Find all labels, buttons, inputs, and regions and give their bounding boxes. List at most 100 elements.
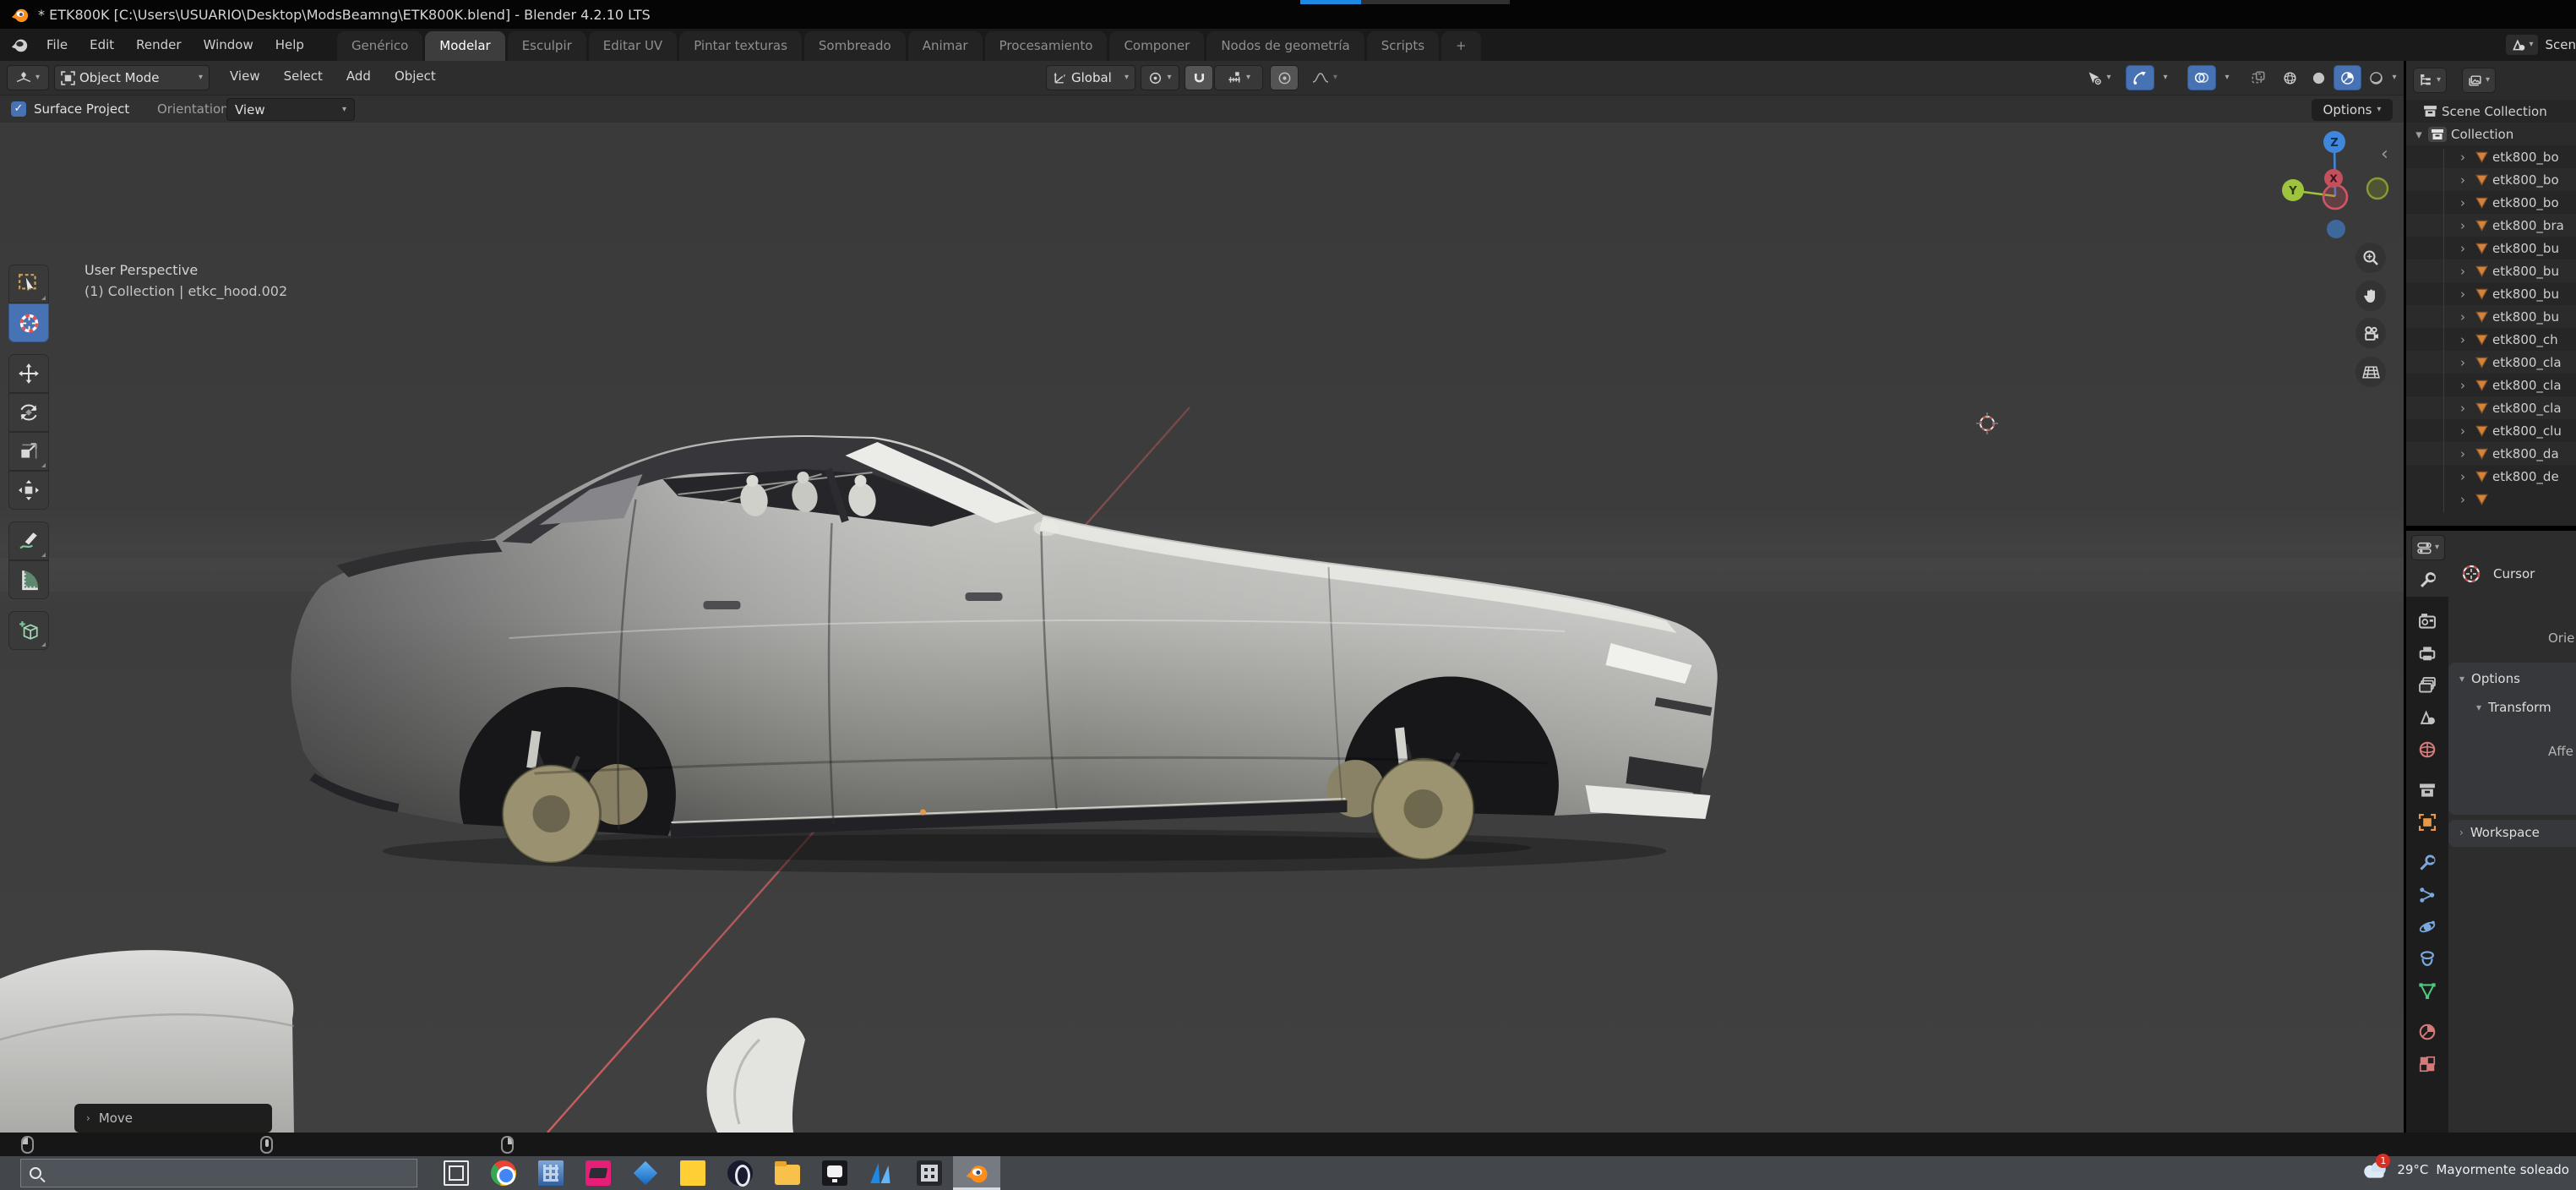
outliner-item[interactable]: ›etk800_ch [2406, 328, 2576, 351]
operator-panel-move[interactable]: › Move [74, 1104, 272, 1133]
tool-annotate[interactable] [8, 521, 49, 560]
tab-modelar[interactable]: Modelar [425, 31, 504, 61]
properties-tab-tool[interactable] [2406, 565, 2448, 597]
orthographic-grid-button[interactable] [2355, 357, 2386, 387]
taskbar-app-task-view[interactable] [433, 1156, 480, 1190]
properties-tab-material[interactable] [2406, 1016, 2448, 1048]
axis-x-negative-ball[interactable] [2323, 185, 2347, 209]
collapse-icon[interactable]: ▾ [2413, 127, 2425, 142]
shading-dropdown[interactable]: ▾ [2386, 65, 2403, 90]
taskbar-app-oval[interactable] [716, 1156, 764, 1190]
shading-material-button[interactable] [2334, 65, 2361, 90]
loose-part[interactable] [689, 1014, 832, 1133]
properties-tab-particles[interactable] [2406, 879, 2448, 911]
outliner-item[interactable]: ›etk800_cla [2406, 351, 2576, 374]
options-panel-header[interactable]: ▾ Options [2448, 663, 2576, 686]
tool-select-box[interactable] [8, 265, 49, 303]
outliner-item[interactable]: ›etk800_cla [2406, 396, 2576, 419]
properties-tab-object-data[interactable] [2406, 975, 2448, 1007]
properties-tab-render[interactable] [2406, 605, 2448, 637]
properties-tab-scene[interactable] [2406, 701, 2448, 734]
tab-gen-rico[interactable]: Genérico [337, 31, 422, 61]
axis-y-negative-ball[interactable] [2367, 178, 2388, 199]
snap-toggle[interactable] [1185, 65, 1213, 90]
outliner-item[interactable]: ›etk800_bra [2406, 214, 2576, 237]
tool-rotate[interactable] [8, 393, 49, 432]
selectability-visibility-dropdown[interactable]: ▾ [2077, 65, 2121, 90]
xray-toggle[interactable] [2244, 65, 2273, 90]
properties-tab-constraints[interactable] [2406, 943, 2448, 975]
expand-icon[interactable]: › [2457, 446, 2469, 461]
proportional-editing-toggle[interactable] [1270, 65, 1299, 90]
taskbar-app-chrome[interactable] [480, 1156, 527, 1190]
taskbar-app-folder[interactable] [764, 1156, 811, 1190]
shading-wireframe-button[interactable] [2276, 65, 2304, 90]
properties-editor-type-button[interactable]: ▾ [2411, 535, 2445, 560]
tab-+[interactable]: + [1441, 31, 1481, 61]
expand-icon[interactable]: › [2457, 492, 2469, 507]
expand-icon[interactable]: › [2457, 218, 2469, 233]
outliner-item[interactable]: ›etk800_bu [2406, 259, 2576, 282]
snap-target-dropdown[interactable]: ▾ [1214, 65, 1263, 90]
tab-sombreado[interactable]: Sombreado [804, 31, 906, 61]
navigation-gizmo[interactable]: X Z Y [2264, 123, 2408, 245]
transform-panel-header[interactable]: ▾ Transform [2448, 686, 2576, 715]
expand-icon[interactable]: › [2457, 264, 2469, 279]
taskbar-app-building[interactable] [527, 1156, 575, 1190]
overlays-toggle[interactable] [2187, 65, 2216, 90]
expand-icon[interactable]: › [2457, 332, 2469, 347]
taskbar-app-pink[interactable] [575, 1156, 622, 1190]
sidebar-collapse-arrow[interactable]: ‹ [2381, 144, 2388, 165]
outliner-item[interactable]: ›etk800_bu [2406, 282, 2576, 305]
menu-file[interactable]: File [35, 34, 79, 56]
expand-icon[interactable]: › [2457, 401, 2469, 416]
pan-view-button[interactable] [2355, 281, 2386, 311]
car-model[interactable] [279, 418, 1736, 892]
proportional-falloff-dropdown[interactable]: ▾ [1301, 65, 1348, 90]
taskbar-app-note[interactable] [669, 1156, 716, 1190]
properties-tab-collection[interactable] [2406, 774, 2448, 806]
options-button[interactable]: Options ▾ [2312, 99, 2393, 121]
tab-procesamiento[interactable]: Procesamiento [985, 31, 1108, 61]
properties-tab-modifiers[interactable] [2406, 847, 2448, 879]
tool-move[interactable] [8, 354, 49, 393]
transform-orientation-dropdown[interactable]: Global ▾ [1046, 65, 1136, 90]
viewport-menu-object[interactable]: Object [383, 62, 448, 90]
expand-icon[interactable]: › [2457, 241, 2469, 256]
properties-tab-texture[interactable] [2406, 1048, 2448, 1080]
outliner-collection[interactable]: ▾ Collection [2406, 123, 2576, 145]
menu-window[interactable]: Window [193, 34, 264, 56]
taskbar-app-sails[interactable] [858, 1156, 906, 1190]
taskbar-app-diamond[interactable] [622, 1156, 669, 1190]
taskbar-search-input[interactable] [20, 1159, 417, 1187]
expand-icon[interactable]: › [2457, 195, 2469, 210]
expand-icon[interactable]: › [2457, 287, 2469, 302]
outliner-filter-button[interactable]: ▾ [2462, 68, 2496, 93]
outliner-item[interactable]: ›etk800_de [2406, 465, 2576, 488]
mode-dropdown[interactable]: Object Mode ▾ [54, 65, 210, 90]
properties-tab-physics[interactable] [2406, 911, 2448, 943]
tool-measure[interactable] [8, 560, 49, 599]
shading-solid-button[interactable] [2305, 65, 2333, 90]
tool-orientation-dropdown[interactable]: View ▾ [226, 98, 355, 121]
outliner-item[interactable]: ›etk800_bo [2406, 145, 2576, 168]
surface-project-checkbox[interactable]: ✓ [11, 101, 26, 117]
properties-tab-output[interactable] [2406, 637, 2448, 669]
gizmos-toggle[interactable] [2126, 65, 2154, 90]
scene-selector[interactable]: ▾ Scen [2506, 31, 2576, 58]
viewport-menu-add[interactable]: Add [335, 62, 383, 90]
weather-widget[interactable]: 1 29°C Mayormente soleado [2361, 1160, 2569, 1180]
taskbar-app-media[interactable] [811, 1156, 858, 1190]
outliner-item[interactable]: ›etk800_bu [2406, 305, 2576, 328]
expand-icon[interactable]: › [2457, 378, 2469, 393]
properties-tab-world[interactable] [2406, 734, 2448, 766]
taskbar-app-blender[interactable] [953, 1156, 1000, 1190]
outliner-item-clipped[interactable]: › [2406, 488, 2576, 510]
tab-pintar-texturas[interactable]: Pintar texturas [679, 31, 802, 61]
outliner-item[interactable]: ›etk800_cla [2406, 374, 2576, 396]
tab-editar-uv[interactable]: Editar UV [589, 31, 677, 61]
viewport-menu-select[interactable]: Select [272, 62, 335, 90]
outliner-item[interactable]: ›etk800_bo [2406, 191, 2576, 214]
viewport-menu-view[interactable]: View [218, 62, 272, 90]
menu-help[interactable]: Help [264, 34, 315, 56]
